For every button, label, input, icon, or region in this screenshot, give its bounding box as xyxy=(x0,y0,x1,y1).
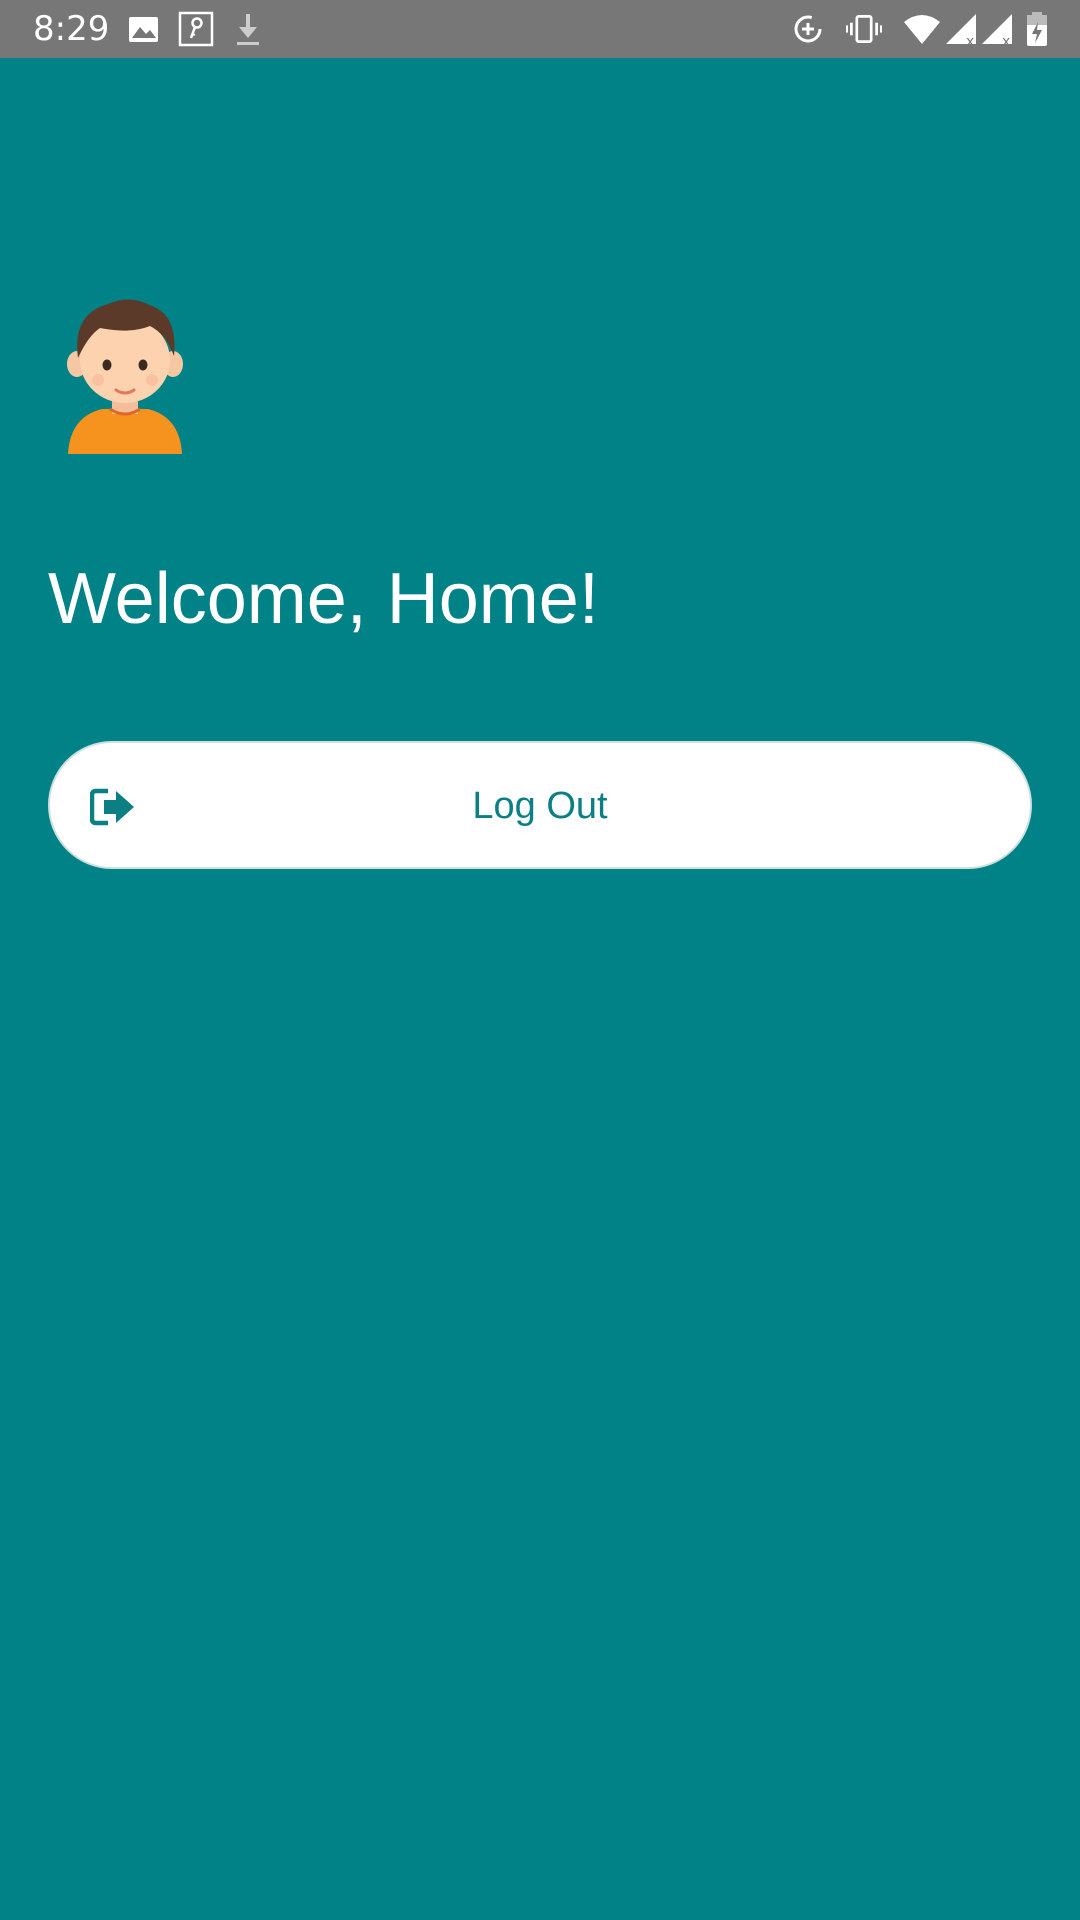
image-icon xyxy=(126,10,162,48)
svg-text:x: x xyxy=(1002,34,1010,48)
download-icon xyxy=(230,10,266,48)
status-time: 8:29 xyxy=(33,9,110,49)
key-icon xyxy=(178,10,214,48)
welcome-heading: Welcome, Home! xyxy=(48,559,599,639)
signal-no-data-icon: x xyxy=(944,10,980,48)
vibrate-icon xyxy=(846,10,882,48)
wifi-icon xyxy=(902,10,942,48)
data-saver-icon xyxy=(790,10,826,48)
home-screen: 8:29 x x Welcome, Home! Log Out xyxy=(0,0,1080,1920)
status-bar: 8:29 x x xyxy=(0,0,1080,58)
svg-text:x: x xyxy=(966,34,974,48)
logout-label: Log Out xyxy=(472,785,608,827)
user-avatar-icon xyxy=(60,292,190,454)
battery-charging-icon xyxy=(1024,10,1050,48)
signal-no-data-icon-2: x xyxy=(980,10,1016,48)
logout-button[interactable]: Log Out xyxy=(48,741,1032,869)
